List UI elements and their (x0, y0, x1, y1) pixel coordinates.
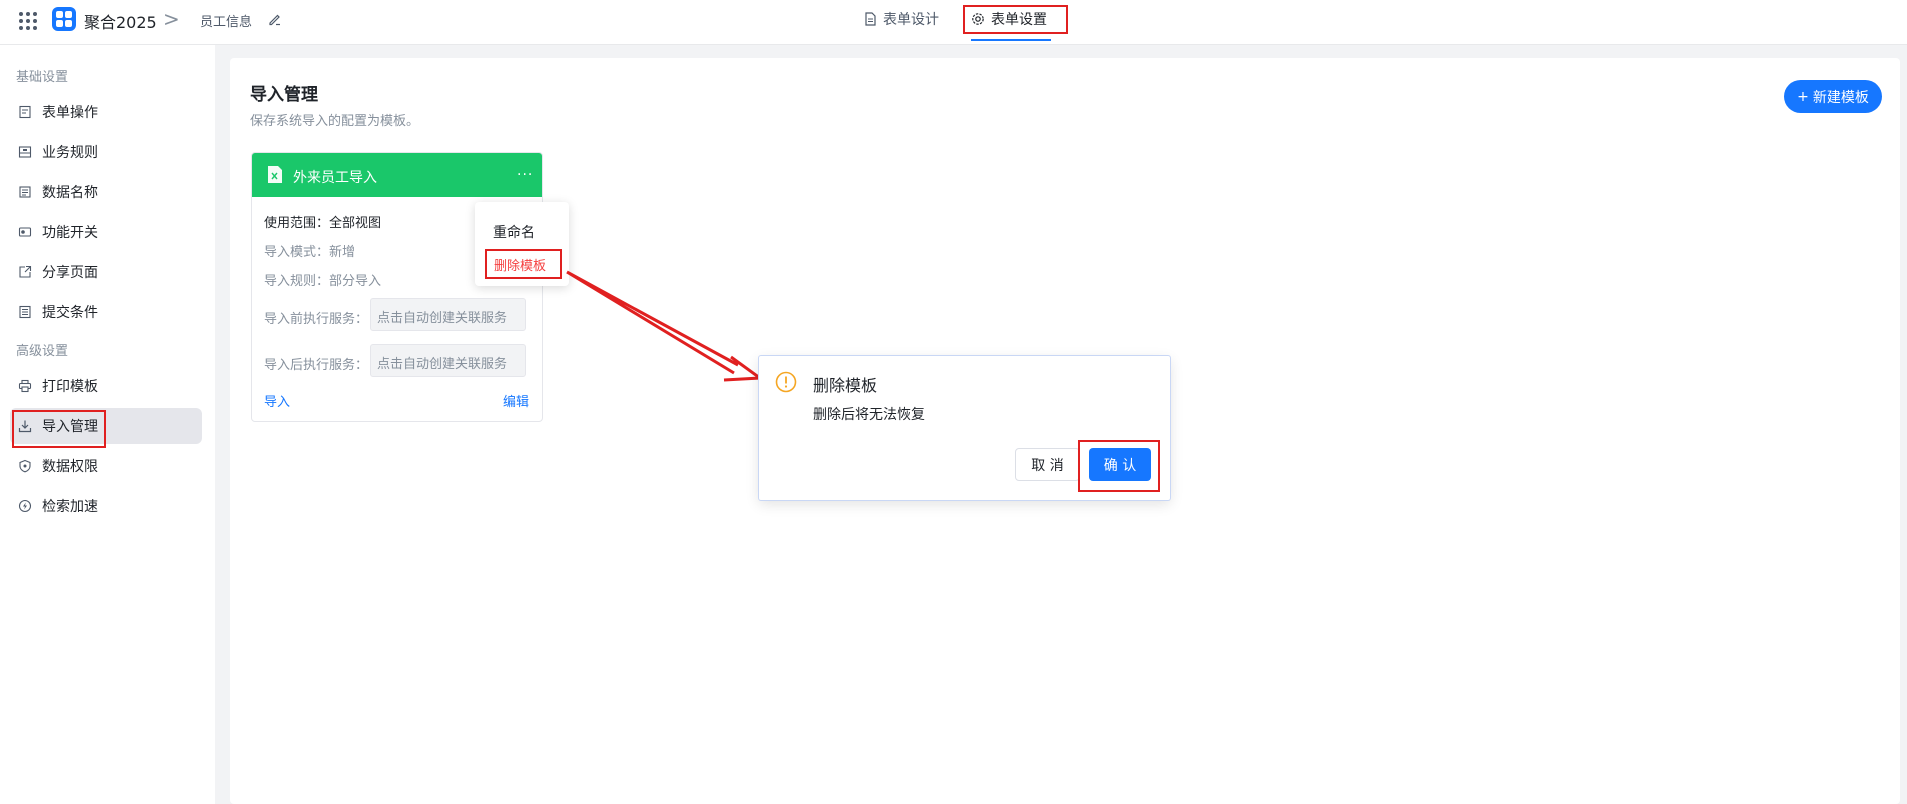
pre-service-label: 导入前执行服务： (264, 312, 369, 327)
edit-icon[interactable] (267, 11, 283, 27)
tab-form-design[interactable]: 表单设计 (864, 9, 939, 29)
breadcrumb-form[interactable]: 员工信息 (200, 11, 252, 30)
data-name-icon (19, 186, 31, 198)
sidebar-item-data-name[interactable]: 数据名称 (10, 174, 202, 210)
post-service-label: 导入后执行服务： (264, 358, 369, 373)
edit-link[interactable]: 编辑 (503, 391, 529, 410)
sidebar-item-label: 数据权限 (42, 459, 98, 475)
sidebar-group-advanced: 高级设置 (16, 344, 69, 359)
app-name[interactable]: 聚合2025 (84, 9, 157, 33)
pre-service-input[interactable]: 点击自动创建关联服务 (370, 298, 526, 331)
plus-icon: + (1797, 88, 1809, 105)
conditions-icon (19, 305, 31, 319)
excel-file-icon (268, 166, 282, 183)
sidebar-item-business-rules[interactable]: 业务规则 (10, 134, 202, 170)
card-import-rule: 导入规则：部分导入 (264, 274, 382, 289)
chevron-right-icon: > (163, 7, 180, 31)
sidebar-item-label: 分享页面 (42, 265, 98, 281)
lightning-icon (18, 499, 32, 513)
dialog-title: 删除模板 (813, 376, 878, 395)
top-bar: 聚合2025 > 员工信息 表单设计 表单设置 (0, 0, 1907, 45)
import-template-card: 外来员工导入 ··· 使用范围：全部视图 导入模式：新增 导入规则：部分导入 导… (251, 152, 543, 422)
sidebar-item-label: 功能开关 (42, 225, 98, 241)
share-icon (19, 265, 32, 278)
new-template-label: 新建模板 (1812, 89, 1869, 106)
post-service-input[interactable]: 点击自动创建关联服务 (370, 344, 526, 377)
sidebar-item-label: 打印模板 (42, 379, 98, 395)
card-title: 外来员工导入 (293, 170, 377, 186)
annotation-highlight-box (12, 410, 106, 448)
more-icon[interactable]: ··· (517, 168, 533, 182)
sidebar-group-basic: 基础设置 (16, 70, 69, 85)
menu-item-rename[interactable]: 重命名 (493, 222, 535, 242)
card-header: 外来员工导入 ··· (252, 153, 542, 197)
warning-icon (775, 371, 797, 393)
annotation-highlight-box (963, 5, 1068, 34)
toggle-icon (18, 227, 32, 237)
app-grid-icon[interactable] (19, 12, 37, 30)
card-scope: 使用范围：全部视图 (264, 216, 382, 231)
active-tab-indicator (971, 39, 1051, 41)
sidebar-item-label: 提交条件 (42, 305, 98, 321)
annotation-highlight-box (485, 249, 562, 279)
sidebar-item-form-actions[interactable]: 表单操作 (10, 94, 202, 130)
sidebar-item-label: 表单操作 (42, 105, 98, 121)
app-logo-icon[interactable] (52, 7, 76, 31)
card-import-mode: 导入模式：新增 (264, 245, 356, 260)
shield-icon (19, 459, 31, 473)
sidebar-item-print-template[interactable]: 打印模板 (10, 368, 202, 404)
sidebar-item-label: 业务规则 (42, 145, 98, 161)
new-template-button[interactable]: + 新建模板 (1784, 80, 1882, 113)
tab-label: 表单设计 (883, 12, 939, 28)
page-subtitle: 保存系统导入的配置为模板。 (250, 114, 420, 129)
page-title: 导入管理 (250, 85, 318, 105)
document-icon (865, 12, 876, 26)
sidebar-item-label: 检索加速 (42, 499, 98, 515)
dialog-message: 删除后将无法恢复 (813, 407, 925, 423)
cancel-button[interactable]: 取 消 (1015, 448, 1080, 481)
sidebar-item-submit-conditions[interactable]: 提交条件 (10, 294, 202, 330)
printer-icon (18, 379, 32, 393)
rules-icon (18, 146, 32, 158)
sidebar-item-data-permissions[interactable]: 数据权限 (10, 448, 202, 484)
sidebar-item-share-page[interactable]: 分享页面 (10, 254, 202, 290)
annotation-highlight-box (1078, 440, 1160, 492)
sidebar-item-label: 数据名称 (42, 185, 98, 201)
sidebar-item-feature-toggles[interactable]: 功能开关 (10, 214, 202, 250)
import-link[interactable]: 导入 (264, 391, 290, 410)
sidebar-item-search-acceleration[interactable]: 检索加速 (10, 488, 202, 524)
form-icon (19, 105, 31, 119)
